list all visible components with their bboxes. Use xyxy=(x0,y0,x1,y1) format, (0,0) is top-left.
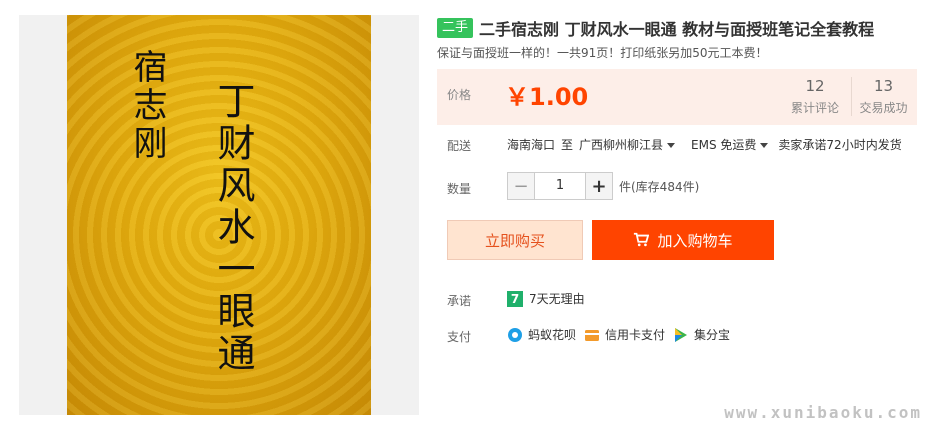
second-hand-badge: 二手 xyxy=(437,18,474,38)
quantity-stepper: − 1 + 件(库存484件) xyxy=(507,172,699,200)
credit-card-icon xyxy=(585,329,600,341)
title-row: 二手 二手宿志刚 丁财风水一眼通 教材与面授班笔记全套教程 xyxy=(437,16,874,40)
reviews-count: 12 xyxy=(805,77,825,95)
ship-method: EMS 免运费 xyxy=(691,138,757,152)
cover-title-text: 丁财风水一眼通 xyxy=(211,81,255,375)
payment-label: 支付 xyxy=(447,330,472,344)
quantity-input[interactable]: 1 xyxy=(535,172,585,200)
guarantee-text: 7天无理由 xyxy=(529,292,585,306)
sales-count: 13 xyxy=(873,77,894,95)
product-title: 二手宿志刚 丁财风水一眼通 教材与面授班笔记全套教程 xyxy=(479,20,875,39)
payment-huabei[interactable]: 蚂蚁花呗 xyxy=(507,326,576,343)
payment-credit-card-label: 信用卡支付 xyxy=(605,328,666,342)
quantity-increase-button[interactable]: + xyxy=(585,172,613,200)
ship-to-word: 至 xyxy=(561,138,574,152)
huabei-icon xyxy=(508,327,522,342)
chevron-down-icon xyxy=(760,143,769,148)
payment-jifenbao[interactable]: 集分宝 xyxy=(673,326,730,343)
guarantee-item[interactable]: 7 7天无理由 xyxy=(507,290,585,307)
sales-stat: 13 交易成功 xyxy=(851,77,915,116)
cart-icon xyxy=(634,232,650,247)
sales-label: 交易成功 xyxy=(859,101,908,115)
ship-to: 广西柳州柳江县 xyxy=(579,138,664,152)
ship-promise: 卖家承诺72小时内发货 xyxy=(778,138,902,152)
shipping-row: 海南海口 至 广西柳州柳江县 EMS 免运费 卖家承诺72小时内发货 xyxy=(507,136,902,153)
add-to-cart-button[interactable]: 加入购物车 xyxy=(592,220,774,260)
ship-to-selector[interactable]: 广西柳州柳江县 xyxy=(579,136,679,153)
ship-method-selector[interactable]: EMS 免运费 xyxy=(691,136,772,153)
seven-day-icon: 7 xyxy=(507,290,523,307)
price-label: 价格 xyxy=(447,88,472,102)
shipping-label: 配送 xyxy=(447,139,472,153)
ship-from: 海南海口 xyxy=(507,138,556,152)
quantity-label: 数量 xyxy=(447,182,472,196)
payment-methods: 蚂蚁花呗 信用卡支付 集分宝 xyxy=(507,326,738,343)
product-image-panel: 宿志刚 丁财风水一眼通 xyxy=(19,15,419,415)
payment-jifenbao-label: 集分宝 xyxy=(694,328,731,342)
reviews-stat[interactable]: 12 累计评论 xyxy=(783,77,847,116)
payment-huabei-label: 蚂蚁花呗 xyxy=(528,328,577,342)
add-to-cart-label: 加入购物车 xyxy=(657,231,733,250)
stock-text: 件(库存484件) xyxy=(619,179,700,194)
reviews-label: 累计评论 xyxy=(790,101,839,115)
product-detail: 宿志刚 丁财风水一眼通 二手 二手宿志刚 丁财风水一眼通 教材与面授班笔记全套教… xyxy=(0,0,934,428)
jifenbao-icon xyxy=(675,327,688,342)
price-box: 价格 ￥1.00 12 累计评论 13 交易成功 xyxy=(437,69,917,125)
cover-author-text: 宿志刚 xyxy=(127,49,167,163)
guarantee-label: 承诺 xyxy=(447,294,472,308)
payment-credit-card[interactable]: 信用卡支付 xyxy=(584,326,665,343)
buy-now-button[interactable]: 立即购买 xyxy=(447,220,583,260)
quantity-decrease-button[interactable]: − xyxy=(507,172,535,200)
chevron-down-icon xyxy=(667,143,676,148)
product-cover-image[interactable]: 宿志刚 丁财风水一眼通 xyxy=(67,15,371,415)
watermark: www.xunibaoku.com xyxy=(724,403,922,422)
price-value: ￥1.00 xyxy=(505,83,589,111)
product-subtitle: 保证与面授班一样的！一共91页！打印纸张另加50元工本费！ xyxy=(437,46,768,60)
